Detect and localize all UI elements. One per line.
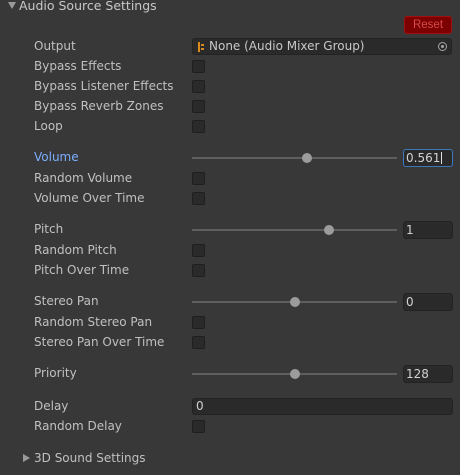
bypass-effects-checkbox[interactable] [192, 60, 205, 73]
bypass-reverb-zones-label: Bypass Reverb Zones [34, 99, 164, 113]
priority-value-field[interactable]: 128 [403, 365, 453, 383]
3d-sound-settings-foldout[interactable]: 3D Sound Settings [0, 449, 460, 469]
volume-value-field[interactable]: 0.561 [403, 149, 453, 167]
bypass-listener-effects-label: Bypass Listener Effects [34, 79, 174, 93]
stereo-pan-slider-thumb[interactable] [289, 297, 300, 307]
loop-label: Loop [34, 119, 63, 133]
foldout-closed-icon[interactable] [23, 454, 30, 462]
foldout-open-icon[interactable] [8, 2, 16, 9]
3d-sound-settings-label: 3D Sound Settings [34, 451, 146, 465]
stereo-pan-over-time-row: Stereo Pan Over Time [0, 333, 460, 353]
pitch-label: Pitch [34, 222, 64, 236]
delay-label: Delay [34, 399, 69, 413]
pitch-row: Pitch 1 [0, 220, 460, 240]
stereo-pan-label: Stereo Pan [34, 294, 99, 308]
bypass-reverb-zones-checkbox[interactable] [192, 100, 205, 113]
delay-row: Delay 0 [0, 397, 460, 417]
output-label: Output [34, 39, 76, 53]
pitch-over-time-label: Pitch Over Time [34, 263, 130, 277]
random-pitch-row: Random Pitch [0, 241, 460, 261]
bypass-effects-row: Bypass Effects [0, 57, 460, 77]
volume-slider-thumb[interactable] [302, 153, 312, 163]
priority-label: Priority [34, 366, 77, 380]
bypass-effects-label: Bypass Effects [34, 59, 122, 73]
random-delay-checkbox[interactable] [192, 420, 205, 433]
bypass-listener-effects-row: Bypass Listener Effects [0, 77, 460, 97]
loop-checkbox[interactable] [192, 120, 205, 133]
random-volume-label: Random Volume [34, 171, 133, 185]
output-value: None (Audio Mixer Group) [209, 39, 365, 53]
pitch-slider-track[interactable] [192, 229, 397, 231]
priority-slider-thumb[interactable] [289, 369, 300, 379]
object-picker-icon[interactable] [438, 42, 447, 51]
text-caret [441, 152, 443, 164]
pitch-slider-thumb[interactable] [323, 225, 334, 235]
output-mixer-field[interactable]: None (Audio Mixer Group) [192, 38, 452, 55]
volume-row: Volume 0.561 [0, 148, 460, 168]
volume-over-time-label: Volume Over Time [34, 191, 145, 205]
random-pitch-label: Random Pitch [34, 243, 117, 257]
reset-button[interactable]: Reset [404, 16, 452, 34]
output-row: Output None (Audio Mixer Group) [0, 37, 460, 57]
stereo-pan-over-time-checkbox[interactable] [192, 336, 205, 349]
stereo-pan-row: Stereo Pan 0 [0, 292, 460, 312]
section-title: Audio Source Settings [19, 0, 157, 13]
bypass-listener-effects-checkbox[interactable] [192, 80, 205, 93]
volume-value: 0.561 [406, 151, 441, 165]
stereo-pan-over-time-label: Stereo Pan Over Time [34, 335, 165, 349]
random-stereo-pan-row: Random Stereo Pan [0, 313, 460, 333]
random-delay-row: Random Delay [0, 417, 460, 437]
audio-mixer-group-icon [198, 42, 204, 52]
volume-slider-track[interactable] [192, 157, 397, 159]
audio-source-settings-header[interactable]: Audio Source Settings [0, 0, 460, 14]
random-delay-label: Random Delay [34, 419, 122, 433]
random-pitch-checkbox[interactable] [192, 244, 205, 257]
pitch-over-time-checkbox[interactable] [192, 264, 205, 277]
priority-row: Priority 128 [0, 364, 460, 384]
random-stereo-pan-label: Random Stereo Pan [34, 315, 153, 329]
pitch-over-time-row: Pitch Over Time [0, 261, 460, 281]
loop-row: Loop [0, 117, 460, 137]
random-volume-row: Random Volume [0, 169, 460, 189]
bypass-reverb-zones-row: Bypass Reverb Zones [0, 97, 460, 117]
volume-over-time-checkbox[interactable] [192, 192, 205, 205]
stereo-pan-value-field[interactable]: 0 [403, 293, 453, 311]
delay-value-field[interactable]: 0 [192, 398, 453, 415]
pitch-value-field[interactable]: 1 [403, 221, 453, 239]
volume-over-time-row: Volume Over Time [0, 189, 460, 209]
volume-label: Volume [34, 150, 79, 164]
random-volume-checkbox[interactable] [192, 172, 205, 185]
random-stereo-pan-checkbox[interactable] [192, 316, 205, 329]
